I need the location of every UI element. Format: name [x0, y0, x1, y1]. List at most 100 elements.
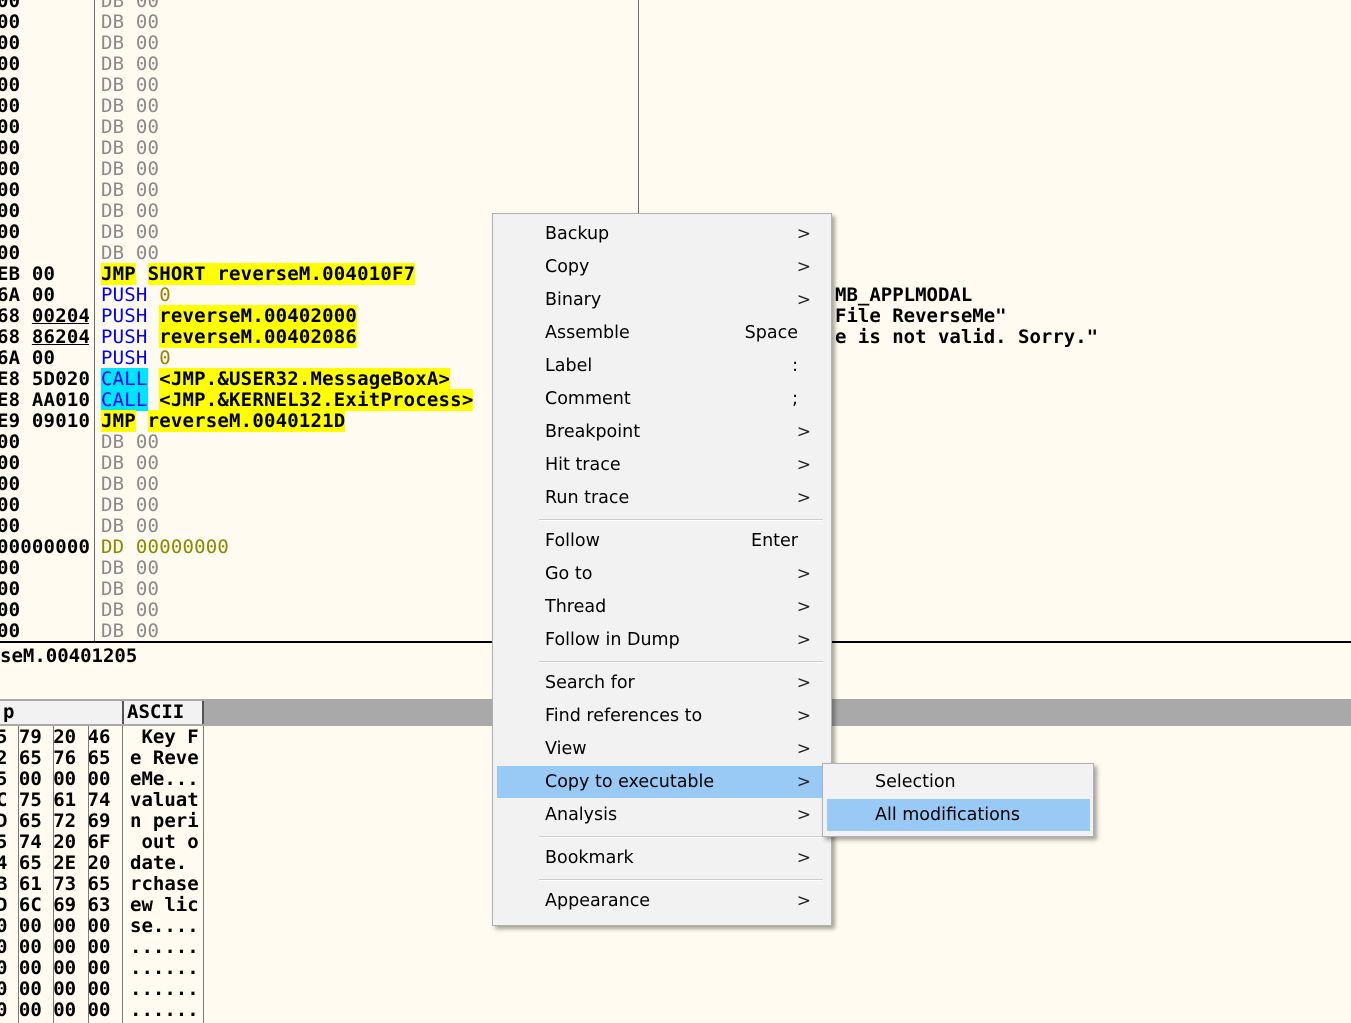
- copy-to-executable-submenu[interactable]: Selection All modifications: [822, 763, 1094, 837]
- operand: 00: [135, 452, 160, 474]
- hex-dump-cell: 00: [0, 0, 21, 12]
- mnemonic: PUSH: [101, 347, 148, 369]
- dump-row[interactable]: 0 00 00 00......: [0, 979, 210, 1000]
- dump-row[interactable]: 5 74 20 6F out o: [0, 832, 210, 853]
- instruction-cell: PUSH reverseM.00402000: [101, 305, 358, 327]
- hex-dump-cell: 00: [0, 621, 21, 641]
- menu-item-label: Thread: [545, 597, 607, 617]
- dump-column-divider: [18, 726, 19, 1023]
- disasm-row[interactable]: 00 DB 00: [0, 33, 640, 54]
- mnemonic: DB: [101, 578, 125, 600]
- instruction-cell: DB 00: [101, 75, 159, 96]
- disasm-row[interactable]: 00 DB 00: [0, 180, 640, 201]
- dump-hex-bytes: 0 00 00 00: [0, 915, 111, 937]
- dump-row[interactable]: 4 65 2E 20 date.: [0, 853, 210, 874]
- hex-dump-cell: E8 5D020: [0, 369, 89, 390]
- disasm-row[interactable]: 00 DB 00: [0, 12, 640, 33]
- mnemonic: PUSH: [101, 305, 148, 327]
- dump-ascii-header[interactable]: ASCII: [124, 701, 204, 724]
- menu-item-backup[interactable]: Backup >: [497, 218, 825, 250]
- menu-item-go-to[interactable]: Go to >: [497, 558, 825, 590]
- menu-item-label: Appearance: [545, 891, 651, 911]
- dump-column-divider: [122, 726, 123, 1023]
- instruction-cell: JMP SHORT reverseM.004010F7: [101, 263, 416, 285]
- dump-row[interactable]: 5 00 00 00 eMe...: [0, 769, 210, 790]
- comment-text: File ReverseMe": [835, 305, 1007, 327]
- menu-item-find-references-to[interactable]: Find references to >: [497, 700, 825, 732]
- chevron-right-icon: >: [796, 564, 811, 584]
- menu-item-label: Search for: [545, 673, 635, 693]
- dump-row[interactable]: 0 00 00 00......: [0, 1000, 210, 1021]
- dump-row[interactable]: 5 79 20 46 Key F: [0, 727, 210, 748]
- menu-item-appearance[interactable]: Appearance >: [497, 885, 825, 917]
- dump-ascii-text: ......: [130, 978, 199, 1000]
- menu-item-label: Run trace: [545, 488, 630, 508]
- dump-row[interactable]: B 61 73 65 rchase: [0, 874, 210, 895]
- chevron-right-icon: >: [796, 673, 811, 693]
- menu-item-search-for[interactable]: Search for >: [497, 667, 825, 699]
- hex-dump-cell: 00: [0, 474, 21, 495]
- context-menu[interactable]: Backup > Copy > Binary > Assemble Space Label: Co…: [492, 213, 832, 926]
- dump-row[interactable]: C 75 61 74 valuat: [0, 790, 210, 811]
- chevron-right-icon: >: [796, 706, 811, 726]
- instruction-cell: DB 00: [101, 495, 159, 516]
- mnemonic: DB: [101, 11, 125, 33]
- menu-item-breakpoint[interactable]: Breakpoint >: [497, 416, 825, 448]
- menu-item-comment[interactable]: Comment;: [497, 383, 825, 415]
- dump-hex-header[interactable]: p: [0, 701, 124, 724]
- menu-item-follow[interactable]: Follow Enter: [497, 525, 825, 557]
- instruction-cell: DB 00: [101, 96, 159, 117]
- mnemonic: DB: [101, 53, 125, 75]
- menu-item-assemble[interactable]: Assemble Space: [497, 317, 825, 349]
- menu-item-label[interactable]: Label:: [497, 350, 825, 382]
- disasm-row[interactable]: 00 DB 00: [0, 159, 640, 180]
- mnemonic: DB: [101, 557, 125, 579]
- dump-row[interactable]: D 6C 69 63 ew lic: [0, 895, 210, 916]
- disasm-row[interactable]: 00 DB 00: [0, 54, 640, 75]
- hex-dump-cell: 00: [0, 75, 21, 96]
- dump-hex-bytes: 2 65 76 65: [0, 747, 111, 769]
- hex-dump-cell: E9 09010: [0, 411, 89, 432]
- menu-item-bookmark[interactable]: Bookmark >: [497, 842, 825, 874]
- chevron-right-icon: >: [796, 848, 811, 868]
- dump-column-divider: [53, 726, 54, 1023]
- menu-item-copy-to-executable[interactable]: Copy to executable >: [497, 766, 825, 798]
- operand: 00: [135, 95, 160, 117]
- disasm-row[interactable]: 00 DB 00: [0, 117, 640, 138]
- menu-item-label: Bookmark: [545, 848, 634, 868]
- dump-row[interactable]: 0 00 00 00......: [0, 958, 210, 979]
- disasm-row[interactable]: 00 DB 00: [0, 0, 640, 12]
- operand: 00000000: [135, 536, 230, 558]
- dump-hex-bytes: 4 65 2E 20: [0, 852, 111, 874]
- disasm-row[interactable]: 00 DB 00: [0, 96, 640, 117]
- mnemonic: JMP: [101, 263, 136, 285]
- disasm-row[interactable]: 00 DB 00: [0, 138, 640, 159]
- dump-row[interactable]: 0 00 00 00 se....: [0, 916, 210, 937]
- menu-item-follow-in-dump[interactable]: Follow in Dump >: [497, 624, 825, 656]
- instruction-cell: DB 00: [101, 222, 159, 243]
- operand: 00: [135, 200, 160, 222]
- menu-item-run-trace[interactable]: Run trace >: [497, 482, 825, 514]
- menu-item-analysis[interactable]: Analysis >: [497, 799, 825, 831]
- menu-item-hit-trace[interactable]: Hit trace >: [497, 449, 825, 481]
- menu-item-shortcut: ;: [792, 389, 798, 409]
- dump-row[interactable]: 2 65 76 65 e Reve: [0, 748, 210, 769]
- instruction-cell: DD 00000000: [101, 537, 229, 558]
- instruction-cell: DB 00: [101, 180, 159, 201]
- menu-item-binary[interactable]: Binary >: [497, 284, 825, 316]
- dump-row[interactable]: D 65 72 69 n peri: [0, 811, 210, 832]
- mnemonic: CALL: [101, 389, 148, 411]
- menu-item-view[interactable]: View >: [497, 733, 825, 765]
- dump-ascii-text: ......: [130, 957, 199, 979]
- hex-dump-cell: 00: [0, 54, 21, 75]
- menu-item-copy[interactable]: Copy >: [497, 251, 825, 283]
- menu-item-label: Hit trace: [545, 455, 621, 475]
- submenu-item-selection[interactable]: Selection: [827, 766, 1090, 798]
- menu-item-thread[interactable]: Thread >: [497, 591, 825, 623]
- hex-dump-cell: 00: [0, 495, 21, 516]
- dump-row[interactable]: 0 00 00 00......: [0, 937, 210, 958]
- hex-dump-cell: 68 86204: [0, 327, 89, 348]
- disasm-row[interactable]: 00 DB 00: [0, 75, 640, 96]
- instruction-cell: CALL <JMP.&KERNEL32.ExitProcess>: [101, 389, 474, 411]
- submenu-item-all-modifications[interactable]: All modifications: [827, 799, 1090, 831]
